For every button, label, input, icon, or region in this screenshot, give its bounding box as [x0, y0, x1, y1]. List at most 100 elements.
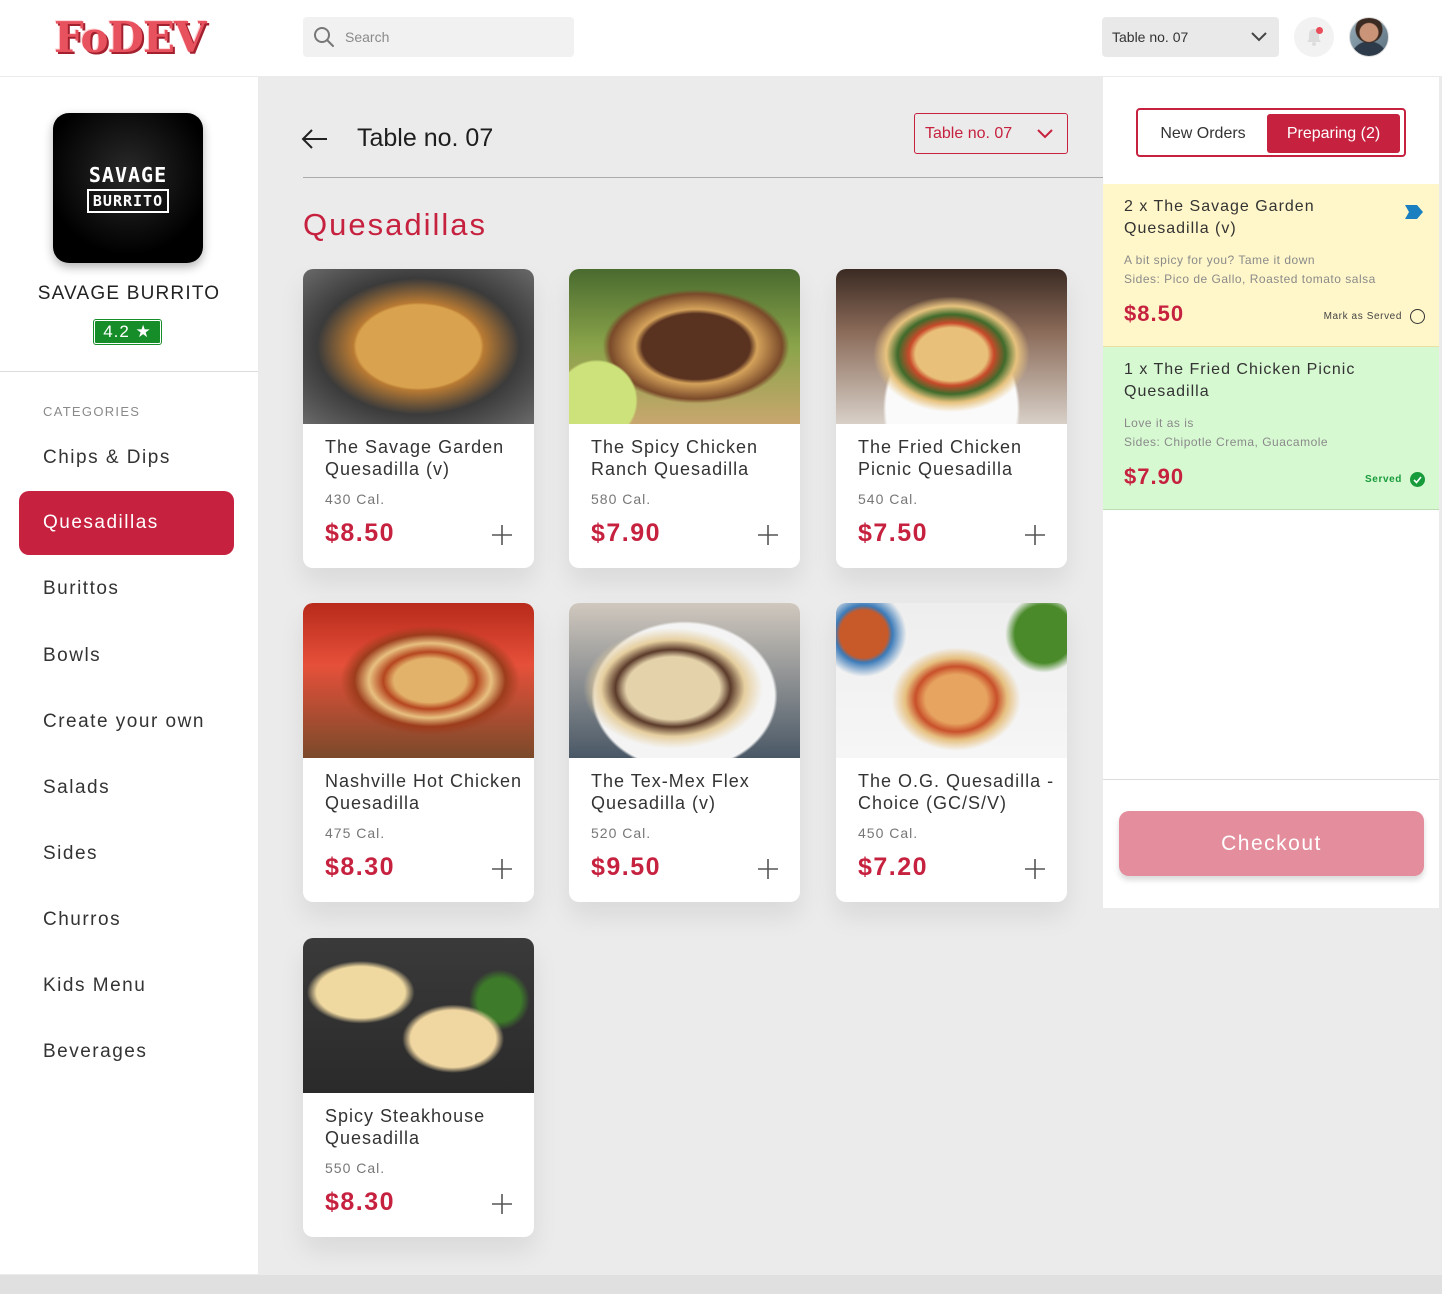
- menu-item-calories: 450 Cal.: [858, 825, 919, 841]
- rating-badge: 4.2 ★: [93, 319, 162, 345]
- top-table-select[interactable]: Table no. 07: [1102, 17, 1279, 57]
- order-sides: Sides: Chipotle Crema, Guacamole: [1124, 435, 1329, 449]
- notification-button[interactable]: [1294, 17, 1334, 57]
- checkout-button[interactable]: Checkout: [1119, 811, 1424, 876]
- menu-item-name: Nashville Hot Chicken Quesadilla: [325, 771, 523, 813]
- section-title: Quesadillas: [303, 207, 487, 242]
- mark-served-label: Mark as Served: [1323, 311, 1402, 322]
- category-burittos[interactable]: Burittos: [19, 557, 234, 621]
- page-title: Table no. 07: [357, 124, 494, 152]
- menu-item-card[interactable]: Nashville Hot Chicken Quesadilla 475 Cal…: [303, 603, 534, 902]
- menu-item-photo: [569, 603, 800, 758]
- menu-item-card[interactable]: The Tex-Mex Flex Quesadilla (v) 520 Cal.…: [569, 603, 800, 902]
- sidebar-divider: [0, 371, 258, 372]
- menu-item-card[interactable]: The Spicy Chicken Ranch Quesadilla 580 C…: [569, 269, 800, 568]
- search-icon: [314, 27, 334, 47]
- user-avatar[interactable]: [1349, 17, 1389, 57]
- orders-panel: New Orders Preparing (2) 2 x The Savage …: [1103, 77, 1439, 908]
- order-title: 2 x The Savage Garden Quesadilla (v): [1124, 198, 1315, 237]
- category-beverages[interactable]: Beverages: [19, 1020, 234, 1084]
- categories-header: CATEGORIES: [43, 404, 141, 419]
- restaurant-logo-line1: SAVAGE: [88, 163, 168, 187]
- order-price: $8.50: [1124, 301, 1185, 326]
- menu-item-calories: 475 Cal.: [325, 825, 386, 841]
- plus-icon[interactable]: [490, 1192, 514, 1216]
- category-kids-menu[interactable]: Kids Menu: [19, 954, 234, 1018]
- category-sides[interactable]: Sides: [19, 822, 234, 886]
- menu-item-name: The Fried Chicken Picnic Quesadilla: [858, 437, 1023, 479]
- order-title: 1 x The Fried Chicken Picnic Quesadilla: [1124, 361, 1356, 400]
- restaurant-name: SAVAGE BURRITO: [37, 283, 221, 304]
- top-bar: FoDEV Table no. 07: [0, 0, 1442, 76]
- category-create-your-own[interactable]: Create your own: [19, 690, 234, 754]
- search-input[interactable]: [345, 29, 545, 45]
- menu-item-calories: 430 Cal.: [325, 491, 386, 507]
- chevron-down-icon: [1037, 128, 1053, 138]
- plus-icon[interactable]: [490, 857, 514, 881]
- category-salads[interactable]: Salads: [19, 756, 234, 820]
- table-select[interactable]: Table no. 07: [914, 113, 1068, 154]
- order-sides: Sides: Pico de Gallo, Roasted tomato sal…: [1124, 272, 1376, 286]
- category-sidebar: SAVAGE BURRITO SAVAGE BURRITO 4.2 ★ CATE…: [0, 77, 258, 1274]
- menu-item-card[interactable]: The O.G. Quesadilla - Choice (GC/S/V) 45…: [836, 603, 1067, 902]
- order-tabs: New Orders Preparing (2): [1136, 108, 1406, 157]
- plus-icon[interactable]: [1023, 523, 1047, 547]
- menu-item-price: $8.50: [325, 519, 396, 547]
- menu-item-price: $7.20: [858, 853, 929, 881]
- category-bowls[interactable]: Bowls: [19, 624, 234, 688]
- tab-new-orders[interactable]: New Orders: [1142, 114, 1264, 153]
- menu-item-calories: 550 Cal.: [325, 1160, 386, 1176]
- menu-item-card[interactable]: The Savage Garden Quesadilla (v) 430 Cal…: [303, 269, 534, 568]
- top-table-select-value: Table no. 07: [1112, 29, 1189, 45]
- panel-divider: [1103, 779, 1439, 780]
- menu-item-price: $9.50: [591, 853, 662, 881]
- menu-item-price: $8.30: [325, 853, 396, 881]
- menu-item-photo: [569, 269, 800, 424]
- menu-item-card[interactable]: The Fried Chicken Picnic Quesadilla 540 …: [836, 269, 1067, 568]
- menu-item-name: The Savage Garden Quesadilla (v): [325, 437, 505, 479]
- menu-item-price: $8.30: [325, 1188, 396, 1216]
- menu-item-name: The Tex-Mex Flex Quesadilla (v): [591, 771, 750, 813]
- order-note: Love it as is: [1124, 416, 1194, 430]
- plus-icon[interactable]: [756, 857, 780, 881]
- menu-item-photo: [303, 603, 534, 758]
- table-select-value: Table no. 07: [925, 124, 1013, 142]
- menu-item-photo: [836, 603, 1067, 758]
- category-quesadillas[interactable]: Quesadillas: [19, 491, 234, 555]
- header-divider: [303, 177, 1103, 178]
- category-chips-dips[interactable]: Chips & Dips: [19, 426, 234, 490]
- menu-item-calories: 540 Cal.: [858, 491, 919, 507]
- restaurant-logo-line2: BURRITO: [86, 189, 170, 213]
- order-note: A bit spicy for you? Tame it down: [1124, 253, 1316, 267]
- menu-item-photo: [303, 269, 534, 424]
- menu-item-name: The O.G. Quesadilla - Choice (GC/S/V): [858, 771, 1055, 813]
- menu-item-price: $7.90: [591, 519, 662, 547]
- radio-icon[interactable]: [1410, 309, 1425, 324]
- back-arrow-icon[interactable]: [301, 126, 329, 152]
- notification-dot: [1316, 27, 1323, 34]
- served-label: Served: [1365, 474, 1402, 485]
- check-circle-icon[interactable]: [1410, 472, 1425, 487]
- app-logo[interactable]: FoDEV: [54, 12, 207, 62]
- served-status[interactable]: Served: [1365, 472, 1425, 487]
- menu-item-name: The Spicy Chicken Ranch Quesadilla: [591, 437, 759, 479]
- tab-preparing[interactable]: Preparing (2): [1267, 114, 1400, 153]
- category-churros[interactable]: Churros: [19, 888, 234, 952]
- menu-item-photo: [303, 938, 534, 1093]
- menu-item-photo: [836, 269, 1067, 424]
- plus-icon[interactable]: [756, 523, 780, 547]
- restaurant-logo: SAVAGE BURRITO: [53, 113, 203, 263]
- order-card[interactable]: 1 x The Fried Chicken Picnic Quesadilla …: [1103, 347, 1439, 510]
- plus-icon[interactable]: [1023, 857, 1047, 881]
- search-box[interactable]: [303, 17, 574, 57]
- menu-item-calories: 520 Cal.: [591, 825, 652, 841]
- chevron-down-icon: [1251, 32, 1267, 42]
- order-price: $7.90: [1124, 464, 1185, 489]
- plus-icon[interactable]: [490, 523, 514, 547]
- menu-item-calories: 580 Cal.: [591, 491, 652, 507]
- menu-item-name: Spicy Steakhouse Quesadilla: [325, 1106, 486, 1148]
- menu-item-card[interactable]: Spicy Steakhouse Quesadilla 550 Cal. $8.…: [303, 938, 534, 1237]
- bottom-bar: [0, 1275, 1442, 1294]
- order-card[interactable]: 2 x The Savage Garden Quesadilla (v) A b…: [1103, 184, 1439, 347]
- mark-served-toggle[interactable]: Mark as Served: [1324, 309, 1425, 324]
